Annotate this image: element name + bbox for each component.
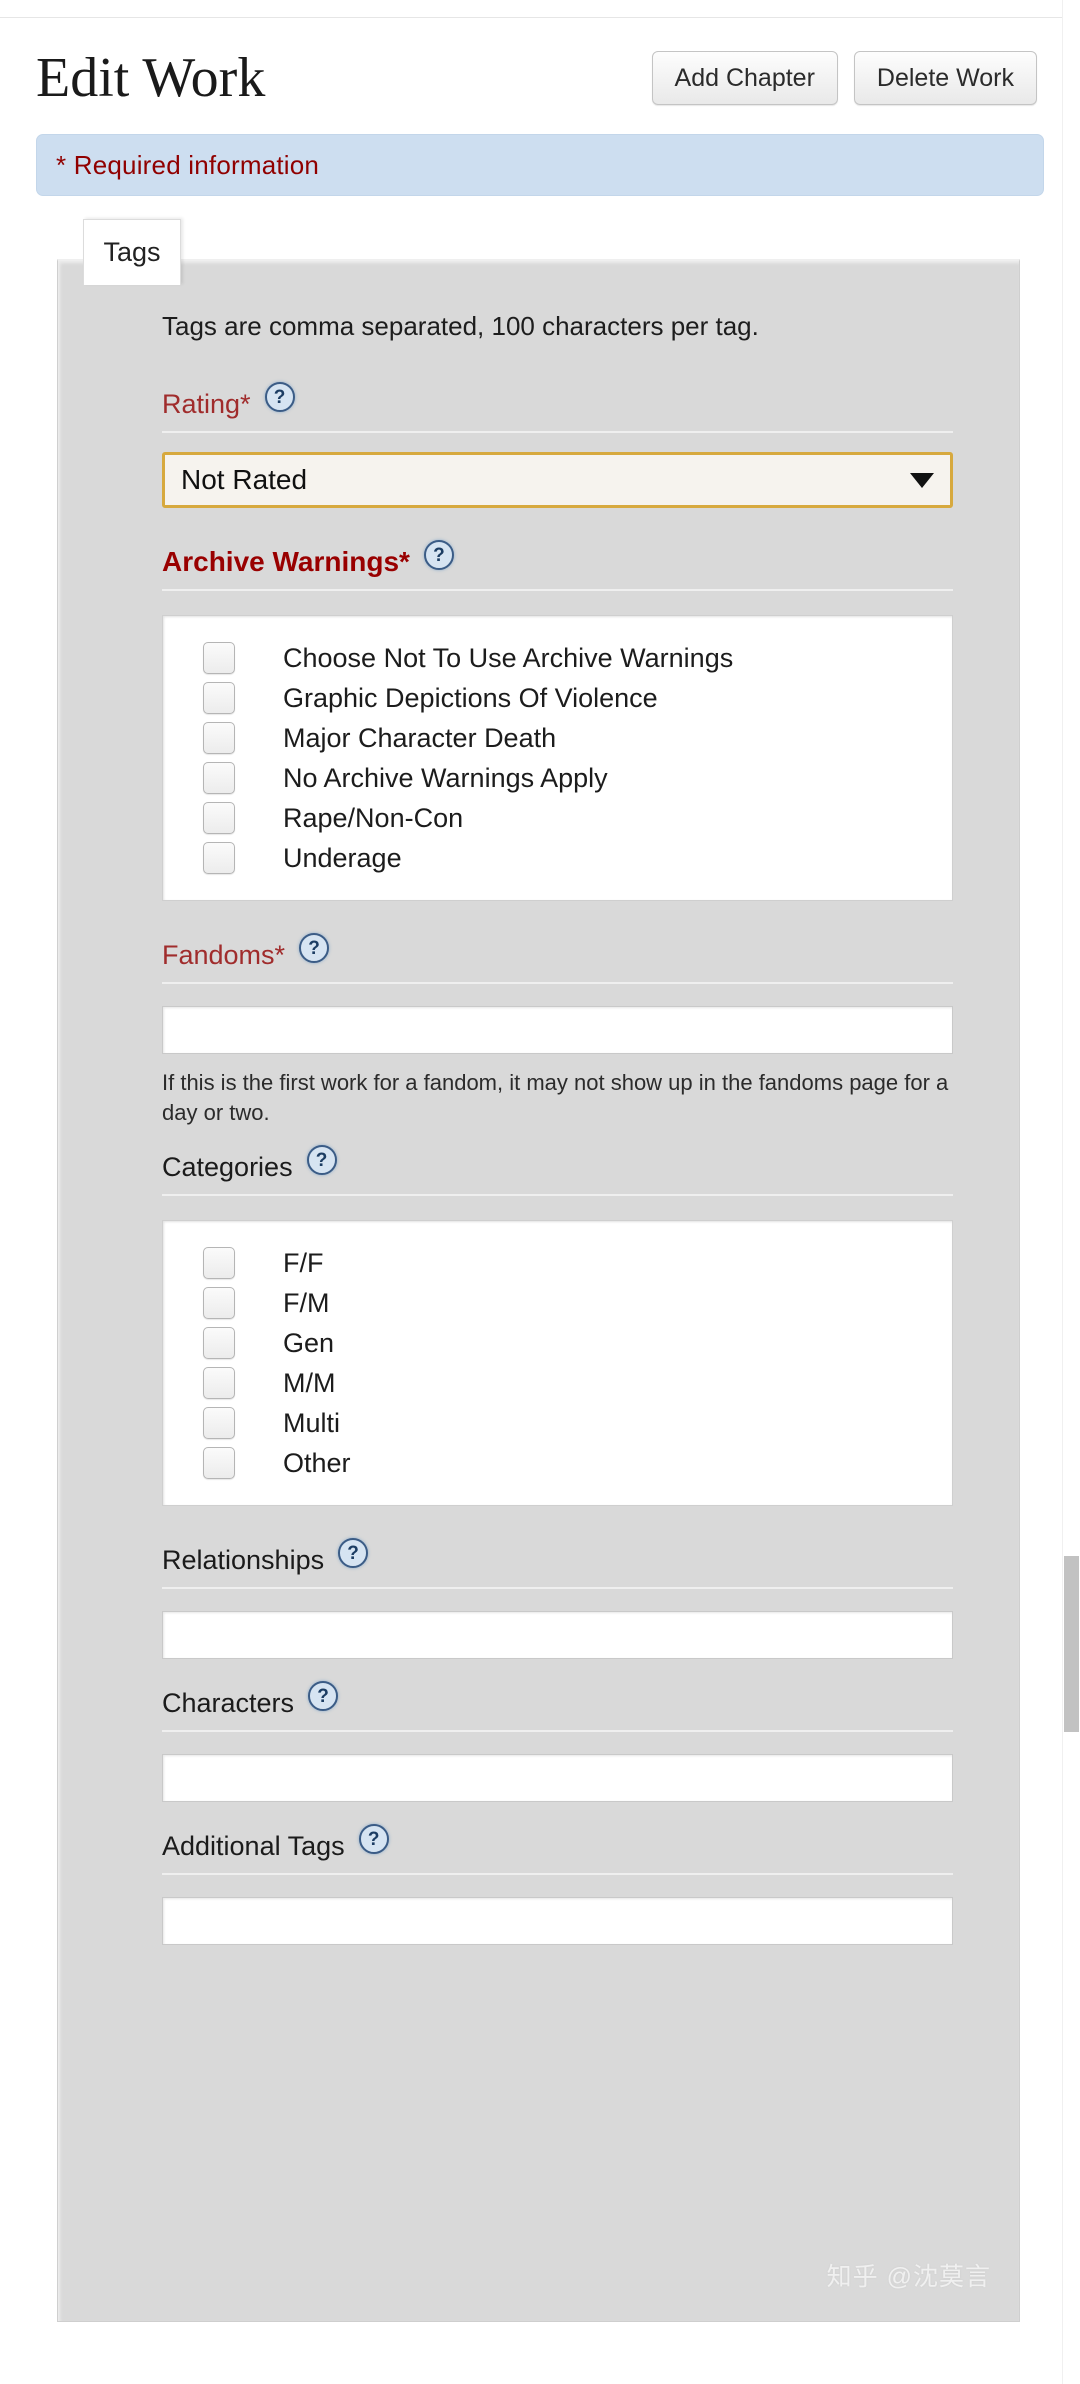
checkbox-label: Rape/Non-Con <box>283 802 464 833</box>
checkbox-label: F/M <box>283 1287 330 1318</box>
rating-select[interactable]: Not Rated <box>162 452 953 508</box>
checkbox-row[interactable]: Other <box>163 1443 952 1483</box>
archive-warnings-field: Archive Warnings* ? Choose Not To Use Ar… <box>98 540 979 901</box>
checkbox-label: Multi <box>283 1407 341 1438</box>
help-icon-additional-tags[interactable]: ? <box>358 1824 389 1855</box>
relationships-label: Relationships <box>162 1544 325 1575</box>
archive-warnings-label: Archive Warnings* <box>162 546 410 577</box>
checkbox-row[interactable]: Gen <box>163 1323 952 1363</box>
checkbox-archive-warning-5[interactable] <box>203 842 235 874</box>
tags-intro-text: Tags are comma separated, 100 characters… <box>162 311 759 341</box>
characters-divider <box>162 1730 953 1733</box>
checkbox-category-3[interactable] <box>203 1367 235 1400</box>
help-icon-rating[interactable]: ? <box>264 382 295 412</box>
required-information-notice: * Required information <box>36 134 1044 196</box>
help-icon-categories[interactable]: ? <box>306 1145 337 1176</box>
fandoms-field: Fandoms* ? If this is the first work for… <box>98 933 979 1127</box>
fandoms-input[interactable] <box>162 1006 953 1054</box>
checkbox-row[interactable]: Multi <box>163 1403 952 1443</box>
characters-label-row: Characters ? <box>162 1681 953 1725</box>
header-actions: Add Chapter Delete Work <box>651 51 1044 105</box>
checkbox-label: Graphic Depictions Of Violence <box>283 682 658 713</box>
checkbox-archive-warning-4[interactable] <box>203 802 235 834</box>
checkbox-label: Gen <box>283 1327 335 1358</box>
tab-bar: Tags <box>83 219 181 285</box>
watermark: 知乎 @沈莫言 <box>826 2263 991 2291</box>
characters-label: Characters <box>162 1687 295 1718</box>
checkbox-archive-warning-3[interactable] <box>203 762 235 794</box>
archive-warnings-checklist: Choose Not To Use Archive Warnings Graph… <box>162 615 953 901</box>
checkbox-category-4[interactable] <box>203 1407 235 1440</box>
additional-tags-divider <box>162 1873 953 1876</box>
top-divider <box>0 17 1080 18</box>
checkbox-row[interactable]: Rape/Non-Con <box>163 798 952 838</box>
checkbox-row[interactable]: Choose Not To Use Archive Warnings <box>163 638 952 678</box>
relationships-input[interactable] <box>162 1611 953 1660</box>
characters-input[interactable] <box>162 1754 953 1803</box>
additional-tags-input[interactable] <box>162 1897 953 1946</box>
checkbox-category-2[interactable] <box>203 1327 235 1360</box>
checkbox-category-0[interactable] <box>203 1247 235 1280</box>
checkbox-label: Major Character Death <box>283 722 557 753</box>
delete-work-button[interactable]: Delete Work <box>853 51 1037 105</box>
characters-field: Characters ? <box>98 1681 979 1803</box>
relationships-label-row: Relationships ? <box>162 1538 953 1582</box>
categories-divider <box>162 1194 953 1197</box>
relationships-divider <box>162 1587 953 1590</box>
checkbox-label: Other <box>283 1447 351 1478</box>
archive-warnings-divider <box>162 589 953 591</box>
additional-tags-field: Additional Tags ? <box>98 1824 979 1946</box>
checkbox-row[interactable]: Graphic Depictions Of Violence <box>163 678 952 718</box>
checkbox-archive-warning-2[interactable] <box>203 722 235 754</box>
required-information-text: * Required information <box>56 149 320 180</box>
additional-tags-label: Additional Tags <box>162 1830 345 1861</box>
checkbox-category-5[interactable] <box>203 1447 235 1480</box>
archive-warnings-label-row: Archive Warnings* ? <box>162 540 953 584</box>
page-title: Edit Work <box>36 47 266 109</box>
checkbox-label: Underage <box>283 842 402 873</box>
categories-field: Categories ? F/F F/M Gen M/M Multi Other <box>98 1145 979 1507</box>
page-header: Edit Work Add Chapter Delete Work <box>36 38 1044 118</box>
checkbox-row[interactable]: F/F <box>163 1243 952 1283</box>
rating-field: Rating* ? Not Rated <box>98 382 979 508</box>
page-root: Edit Work Add Chapter Delete Work * Requ… <box>0 0 1080 2384</box>
checkbox-label: No Archive Warnings Apply <box>283 762 608 793</box>
fandoms-divider <box>162 982 953 984</box>
checkbox-archive-warning-1[interactable] <box>203 682 235 714</box>
checkbox-row[interactable]: Major Character Death <box>163 718 952 758</box>
categories-checklist: F/F F/M Gen M/M Multi Other <box>162 1220 953 1507</box>
checkbox-label: M/M <box>283 1367 336 1398</box>
help-icon-archive-warnings[interactable]: ? <box>423 540 454 570</box>
help-icon-relationships[interactable]: ? <box>338 1538 369 1569</box>
fandoms-label: Fandoms* <box>162 939 286 970</box>
checkbox-row[interactable]: M/M <box>163 1363 952 1403</box>
add-chapter-button[interactable]: Add Chapter <box>651 51 838 105</box>
rating-select-wrap: Not Rated <box>162 452 953 508</box>
rating-label-row: Rating* ? <box>162 382 953 426</box>
tab-tags[interactable]: Tags <box>83 219 181 285</box>
rating-label: Rating* <box>162 388 251 419</box>
checkbox-archive-warning-0[interactable] <box>203 642 235 674</box>
checkbox-label: Choose Not To Use Archive Warnings <box>283 642 734 673</box>
checkbox-row[interactable]: Underage <box>163 838 952 878</box>
scrollbar-thumb[interactable] <box>1064 1556 1079 1732</box>
chevron-down-icon <box>910 472 934 488</box>
additional-tags-label-row: Additional Tags ? <box>162 1824 953 1868</box>
checkbox-label: F/F <box>283 1247 324 1278</box>
tags-panel: Tags are comma separated, 100 characters… <box>57 259 1020 2322</box>
scrollbar-track[interactable] <box>1062 0 1080 2384</box>
help-icon-characters[interactable]: ? <box>308 1681 339 1712</box>
categories-label-row: Categories ? <box>162 1145 953 1189</box>
rating-divider <box>162 431 953 433</box>
checkbox-row[interactable]: F/M <box>163 1283 952 1323</box>
help-icon-fandoms[interactable]: ? <box>299 933 330 963</box>
tags-panel-inner: Tags are comma separated, 100 characters… <box>58 261 1019 1946</box>
categories-label: Categories <box>162 1151 293 1182</box>
fandoms-hint: If this is the first work for a fandom, … <box>162 1070 949 1125</box>
rating-select-value: Not Rated <box>181 464 308 495</box>
relationships-field: Relationships ? <box>98 1538 979 1660</box>
fandoms-label-row: Fandoms* ? <box>162 933 953 977</box>
checkbox-category-1[interactable] <box>203 1287 235 1320</box>
checkbox-row[interactable]: No Archive Warnings Apply <box>163 758 952 798</box>
